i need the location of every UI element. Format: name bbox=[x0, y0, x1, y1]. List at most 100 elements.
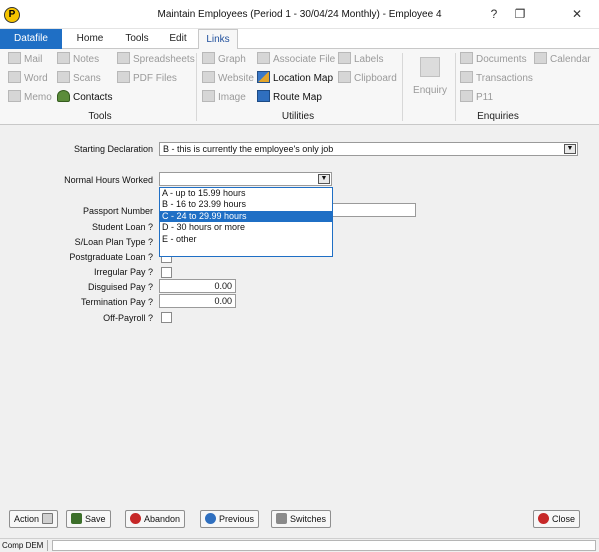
scans-icon bbox=[57, 71, 70, 83]
ribbon-graph-button[interactable]: Graph bbox=[202, 52, 246, 68]
off-payroll-checkbox[interactable] bbox=[161, 312, 172, 323]
pdf-icon bbox=[117, 71, 130, 83]
termination-pay-label: Termination Pay ? bbox=[80, 297, 153, 307]
tab-links[interactable]: Links bbox=[198, 29, 238, 50]
normal-hours-worked-select[interactable]: ▼ bbox=[159, 172, 332, 186]
chevron-down-icon[interactable]: ▼ bbox=[564, 144, 576, 154]
ribbon-word-label: Word bbox=[24, 73, 48, 84]
calendar-icon bbox=[534, 52, 547, 64]
title-bar: P Maintain Employees (Period 1 - 30/04/2… bbox=[0, 0, 599, 29]
map-icon bbox=[257, 71, 270, 83]
previous-icon bbox=[205, 513, 216, 524]
ribbon-scans-button[interactable]: Scans bbox=[57, 71, 101, 87]
close-button[interactable]: Close bbox=[533, 510, 581, 528]
dropdown-option[interactable]: B - 16 to 23.99 hours bbox=[160, 199, 332, 210]
ribbon-website-button[interactable]: Website bbox=[202, 71, 254, 87]
ribbon-graph-label: Graph bbox=[218, 54, 246, 65]
previous-button-label: Previous bbox=[219, 514, 255, 524]
abandon-icon bbox=[130, 513, 141, 524]
ribbon-group-tools-label: Tools bbox=[88, 111, 112, 122]
globe-icon bbox=[202, 71, 215, 83]
save-button-label: Save bbox=[85, 514, 106, 524]
ribbon-spreadsheets-button[interactable]: Spreadsheets bbox=[117, 52, 195, 68]
normal-hours-worked-label: Normal Hours Worked bbox=[64, 175, 153, 185]
documents-icon bbox=[460, 52, 473, 64]
ribbon-contacts-label: Contacts bbox=[73, 92, 113, 103]
dropdown-option[interactable]: D - 30 hours or more bbox=[160, 222, 332, 233]
ribbon-p11-button[interactable]: P11 bbox=[460, 90, 493, 106]
close-window-button[interactable]: ✕ bbox=[567, 6, 587, 22]
ribbon-enquiry-button[interactable]: Enquiry bbox=[408, 53, 452, 103]
ribbon-pdf-files-button[interactable]: PDF Files bbox=[117, 71, 177, 87]
ribbon-associate-file-label: Associate File bbox=[273, 54, 336, 65]
close-button-label: Close bbox=[552, 514, 576, 524]
passport-number-input[interactable] bbox=[332, 203, 416, 217]
ribbon-separator bbox=[455, 53, 456, 121]
tab-tools[interactable]: Tools bbox=[115, 29, 159, 49]
label-icon bbox=[338, 52, 351, 64]
mail-icon bbox=[8, 52, 21, 64]
status-bar: Comp DEM bbox=[0, 538, 599, 552]
starting-declaration-label: Starting Declaration bbox=[73, 144, 153, 154]
abandon-button-label: Abandon bbox=[144, 514, 181, 524]
clipboard-icon bbox=[338, 71, 351, 83]
ribbon-memo-button[interactable]: Memo bbox=[8, 90, 52, 106]
starting-declaration-select[interactable]: B - this is currently the employee's onl… bbox=[159, 142, 578, 156]
memo-icon bbox=[8, 90, 21, 102]
dropdown-option-highlighted[interactable]: C - 24 to 29.99 hours bbox=[160, 210, 332, 223]
ribbon-memo-label: Memo bbox=[24, 92, 52, 103]
dropdown-option[interactable]: E - other bbox=[160, 234, 332, 245]
ribbon-transactions-button[interactable]: Transactions bbox=[460, 71, 533, 87]
ribbon-route-map-button[interactable]: Route Map bbox=[257, 90, 322, 106]
chevron-down-icon[interactable]: ▼ bbox=[318, 174, 330, 184]
ribbon-labels-label: Labels bbox=[354, 54, 384, 65]
previous-button[interactable]: Previous bbox=[200, 510, 260, 528]
ribbon-location-map-button[interactable]: Location Map bbox=[257, 71, 333, 87]
ribbon-location-map-label: Location Map bbox=[273, 73, 334, 84]
route-icon bbox=[257, 90, 270, 102]
dropdown-option[interactable]: A - up to 15.99 hours bbox=[160, 188, 332, 199]
ribbon-clipboard-label: Clipboard bbox=[354, 73, 397, 84]
disguised-pay-input[interactable]: 0.00 bbox=[159, 279, 236, 293]
ribbon-documents-label: Documents bbox=[476, 54, 527, 65]
ribbon-clipboard-button[interactable]: Clipboard bbox=[338, 71, 397, 87]
abandon-button[interactable]: Abandon bbox=[125, 510, 186, 528]
save-button[interactable]: Save bbox=[66, 510, 111, 528]
off-payroll-label: Off-Payroll ? bbox=[103, 313, 153, 323]
ribbon-labels-button[interactable]: Labels bbox=[338, 52, 383, 68]
action-button[interactable]: Action bbox=[9, 510, 59, 528]
graph-icon bbox=[202, 52, 215, 64]
close-icon bbox=[538, 513, 549, 524]
ribbon-word-button[interactable]: Word bbox=[8, 71, 48, 87]
ribbon-separator bbox=[402, 53, 403, 121]
postgraduate-loan-label: Postgraduate Loan ? bbox=[69, 252, 153, 262]
ribbon-notes-button[interactable]: Notes bbox=[57, 52, 99, 68]
tab-datafile[interactable]: Datafile bbox=[0, 29, 62, 49]
status-message-pane bbox=[52, 540, 596, 551]
ribbon-mail-button[interactable]: Mail bbox=[8, 52, 42, 68]
switches-button[interactable]: Switches bbox=[271, 510, 332, 528]
save-icon bbox=[71, 513, 82, 524]
ribbon-panel: Mail Word Memo Notes Scans Contacts Spre… bbox=[0, 49, 599, 125]
ribbon-associate-file-button[interactable]: Associate File bbox=[257, 52, 335, 68]
restore-button[interactable]: ❐ bbox=[510, 6, 530, 22]
enquiry-icon bbox=[420, 57, 440, 77]
ribbon-tabs: Datafile Home Tools Edit Links bbox=[0, 29, 599, 50]
switches-button-label: Switches bbox=[290, 514, 327, 524]
ribbon-image-label: Image bbox=[218, 92, 246, 103]
tab-edit[interactable]: Edit bbox=[160, 29, 196, 49]
spreadsheet-icon bbox=[117, 52, 130, 64]
ribbon-notes-label: Notes bbox=[73, 54, 100, 65]
help-button[interactable]: ? bbox=[484, 6, 504, 22]
tab-home[interactable]: Home bbox=[68, 29, 112, 49]
notes-icon bbox=[57, 52, 70, 64]
irregular-pay-checkbox[interactable] bbox=[161, 267, 172, 278]
company-status: Comp DEM bbox=[2, 540, 49, 551]
ribbon-contacts-button[interactable]: Contacts bbox=[57, 90, 112, 106]
termination-pay-input[interactable]: 0.00 bbox=[159, 294, 236, 308]
ribbon-route-map-label: Route Map bbox=[273, 92, 322, 103]
transactions-icon bbox=[460, 71, 473, 83]
ribbon-documents-button[interactable]: Documents bbox=[460, 52, 527, 68]
ribbon-calendar-button[interactable]: Calendar bbox=[534, 52, 591, 68]
ribbon-image-button[interactable]: Image bbox=[202, 90, 246, 106]
